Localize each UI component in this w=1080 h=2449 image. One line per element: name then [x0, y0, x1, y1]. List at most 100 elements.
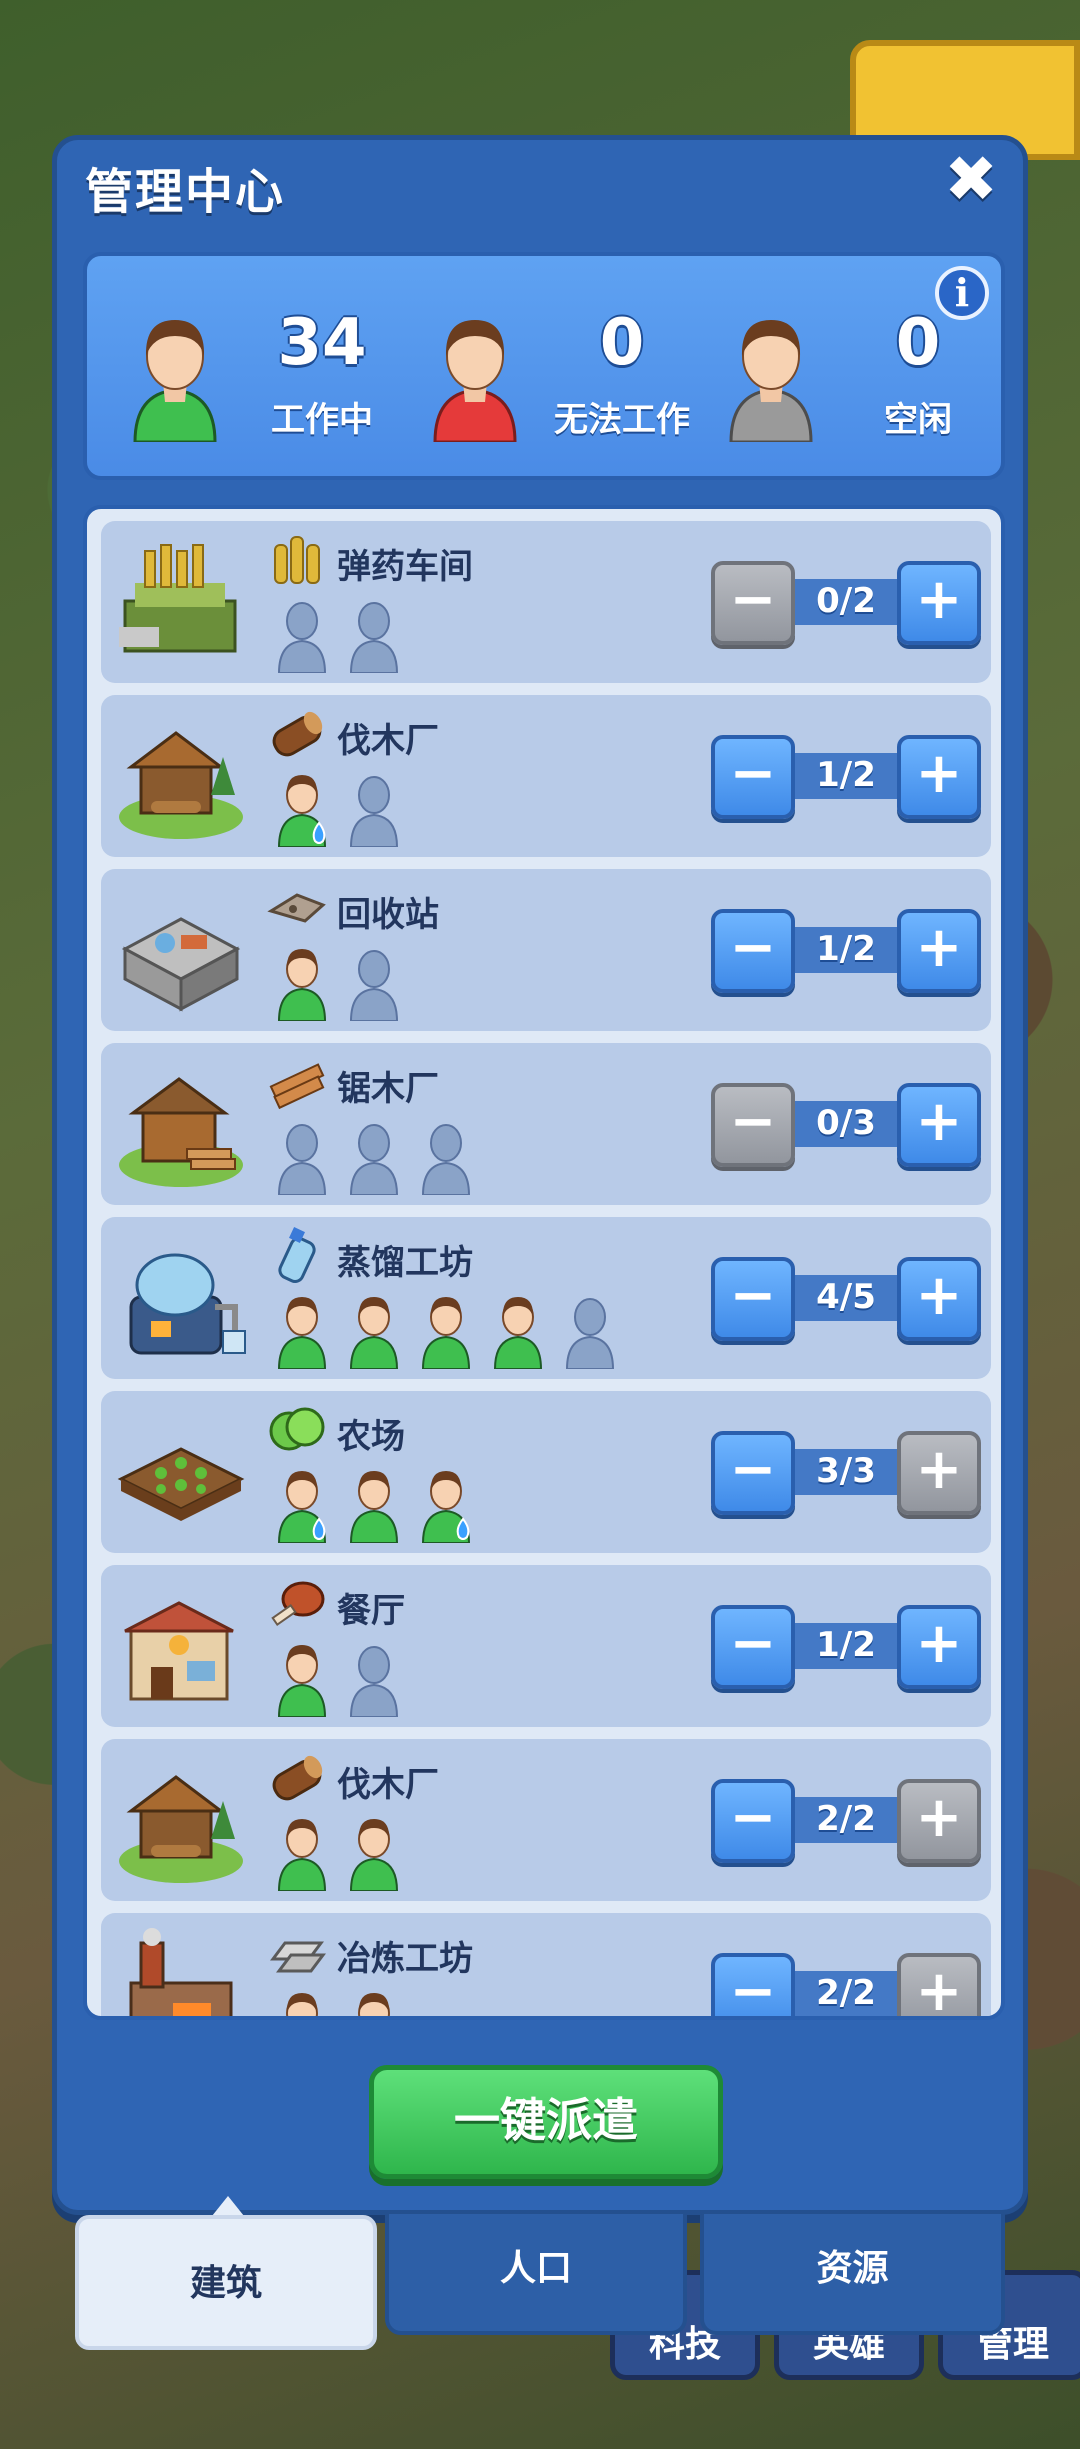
add-worker-button[interactable]: +: [897, 735, 981, 819]
add-worker-button[interactable]: +: [897, 1083, 981, 1167]
worker-icon: [349, 1471, 399, 1543]
building-icon: [119, 1775, 243, 1883]
planks-icon: [269, 1063, 325, 1110]
empty-slot-icon: [277, 602, 327, 673]
worker-stepper: − 1/2 +: [711, 735, 981, 819]
management-center-dialog: 管理中心 ✖ i 34 工作中 0 无法工作 0 空闲 弹药车间 − 0/2 +…: [52, 135, 1028, 2215]
building-icon: [119, 1077, 243, 1187]
remove-worker-button[interactable]: −: [711, 1431, 795, 1515]
building-icon: [119, 544, 237, 653]
worker-stepper: − 2/2 +: [711, 1953, 981, 2016]
remove-worker-button[interactable]: −: [711, 1257, 795, 1341]
remove-worker-button[interactable]: −: [711, 1083, 795, 1167]
log-icon: [272, 711, 323, 757]
building-icon: [119, 731, 243, 839]
dialog-title: 管理中心: [85, 164, 286, 220]
worker-icon: [277, 1645, 327, 1717]
building-row: 伐木厂 − 1/2 +: [101, 695, 991, 857]
add-worker-button[interactable]: +: [897, 1953, 981, 2016]
building-icon: [121, 917, 241, 1012]
ammo-icon: [274, 536, 320, 584]
worker-count: 1/2: [816, 1625, 876, 1665]
empty-slot-icon: [349, 1124, 399, 1195]
worker-slots: [275, 1989, 401, 2016]
worker-icon: [349, 1819, 399, 1891]
building-row: 锯木厂 − 0/3 +: [101, 1043, 991, 1205]
building-icon: [129, 1253, 246, 1355]
remove-worker-button[interactable]: −: [711, 735, 795, 819]
worker-stepper: − 0/2 +: [711, 561, 981, 645]
worker-slots: [275, 771, 401, 847]
building-row: 弹药车间 − 0/2 +: [101, 521, 991, 683]
remove-worker-button[interactable]: −: [711, 1605, 795, 1689]
building-name: 伐木厂: [337, 1765, 439, 1805]
worker-count: 2/2: [816, 1973, 876, 2013]
building-name: 弹药车间: [337, 547, 473, 587]
remove-worker-button[interactable]: −: [711, 909, 795, 993]
worker-count: 1/2: [816, 755, 876, 795]
building-list[interactable]: 弹药车间 − 0/2 + 伐木厂 − 1/2 + 回收站 − 1/2 + 锯木厂…: [83, 505, 1005, 2020]
worker-icon: [286, 1993, 318, 2016]
tab-buildings[interactable]: 建筑: [75, 2215, 377, 2350]
worker-stepper: − 2/2 +: [711, 1779, 981, 1863]
worker-count: 0/3: [816, 1103, 876, 1143]
unable-label: 无法工作: [554, 400, 690, 440]
worker-slots: [275, 1467, 473, 1543]
thirsty-worker-icon: [277, 775, 327, 847]
stat-idle: 0 空闲: [723, 306, 1013, 446]
worker-summary-card: i 34 工作中 0 无法工作 0 空闲: [83, 252, 1005, 480]
thirsty-worker-icon: [277, 1471, 327, 1543]
add-worker-button[interactable]: +: [897, 909, 981, 993]
building-name: 伐木厂: [337, 721, 439, 761]
tab-pointer: [212, 2196, 244, 2216]
building-row: 回收站 − 1/2 +: [101, 869, 991, 1031]
add-worker-button[interactable]: +: [897, 1431, 981, 1515]
empty-slot-icon: [277, 1124, 327, 1195]
worker-count: 2/2: [816, 1799, 876, 1839]
working-count: 34: [277, 306, 367, 380]
tab-population[interactable]: 人口: [385, 2210, 687, 2335]
add-worker-button[interactable]: +: [897, 1257, 981, 1341]
worker-slots: [275, 1641, 401, 1717]
building-name: 餐厅: [337, 1591, 405, 1631]
add-worker-button[interactable]: +: [897, 1605, 981, 1689]
building-name: 回收站: [337, 895, 439, 935]
building-row: 农场 − 3/3 +: [101, 1391, 991, 1553]
add-worker-button[interactable]: +: [897, 561, 981, 645]
worker-count: 0/2: [816, 581, 876, 621]
building-name: 蒸馏工坊: [337, 1243, 473, 1283]
worker-stepper: − 4/5 +: [711, 1257, 981, 1341]
empty-slot-icon: [421, 1124, 471, 1195]
unable-count: 0: [599, 306, 645, 380]
worker-slots: [275, 1293, 617, 1369]
worker-slots: [275, 945, 401, 1021]
worker-icon: [421, 1297, 471, 1369]
working-label: 工作中: [271, 400, 373, 440]
worker-count: 1/2: [816, 929, 876, 969]
building-name: 农场: [337, 1417, 405, 1457]
building-icon: [129, 1928, 233, 2016]
worker-icon: [277, 949, 327, 1021]
remove-worker-button[interactable]: −: [711, 1779, 795, 1863]
worker-icon: [493, 1297, 543, 1369]
dispatch-all-button[interactable]: 一键派遣: [369, 2065, 723, 2179]
tab-resources[interactable]: 资源: [700, 2210, 1005, 2335]
empty-slot-icon: [349, 1646, 399, 1717]
scrap-icon: [267, 893, 326, 923]
building-list-inner: 弹药车间 − 0/2 + 伐木厂 − 1/2 + 回收站 − 1/2 + 锯木厂…: [101, 521, 991, 2016]
log-icon: [272, 1755, 323, 1801]
add-worker-button[interactable]: +: [897, 1779, 981, 1863]
water-bottle-icon: [278, 1227, 316, 1283]
close-icon[interactable]: ✖: [941, 148, 1001, 212]
working-person-icon: [133, 320, 217, 442]
worker-stepper: − 3/3 +: [711, 1431, 981, 1515]
thirsty-worker-icon: [421, 1471, 471, 1543]
remove-worker-button[interactable]: −: [711, 1953, 795, 2016]
empty-slot-icon: [565, 1298, 615, 1369]
remove-worker-button[interactable]: −: [711, 561, 795, 645]
building-icon: [124, 1601, 234, 1701]
stat-working: 34 工作中: [127, 306, 417, 446]
building-icon: [117, 1447, 245, 1521]
meat-icon: [271, 1581, 325, 1626]
building-row: 餐厅 − 1/2 +: [101, 1565, 991, 1727]
